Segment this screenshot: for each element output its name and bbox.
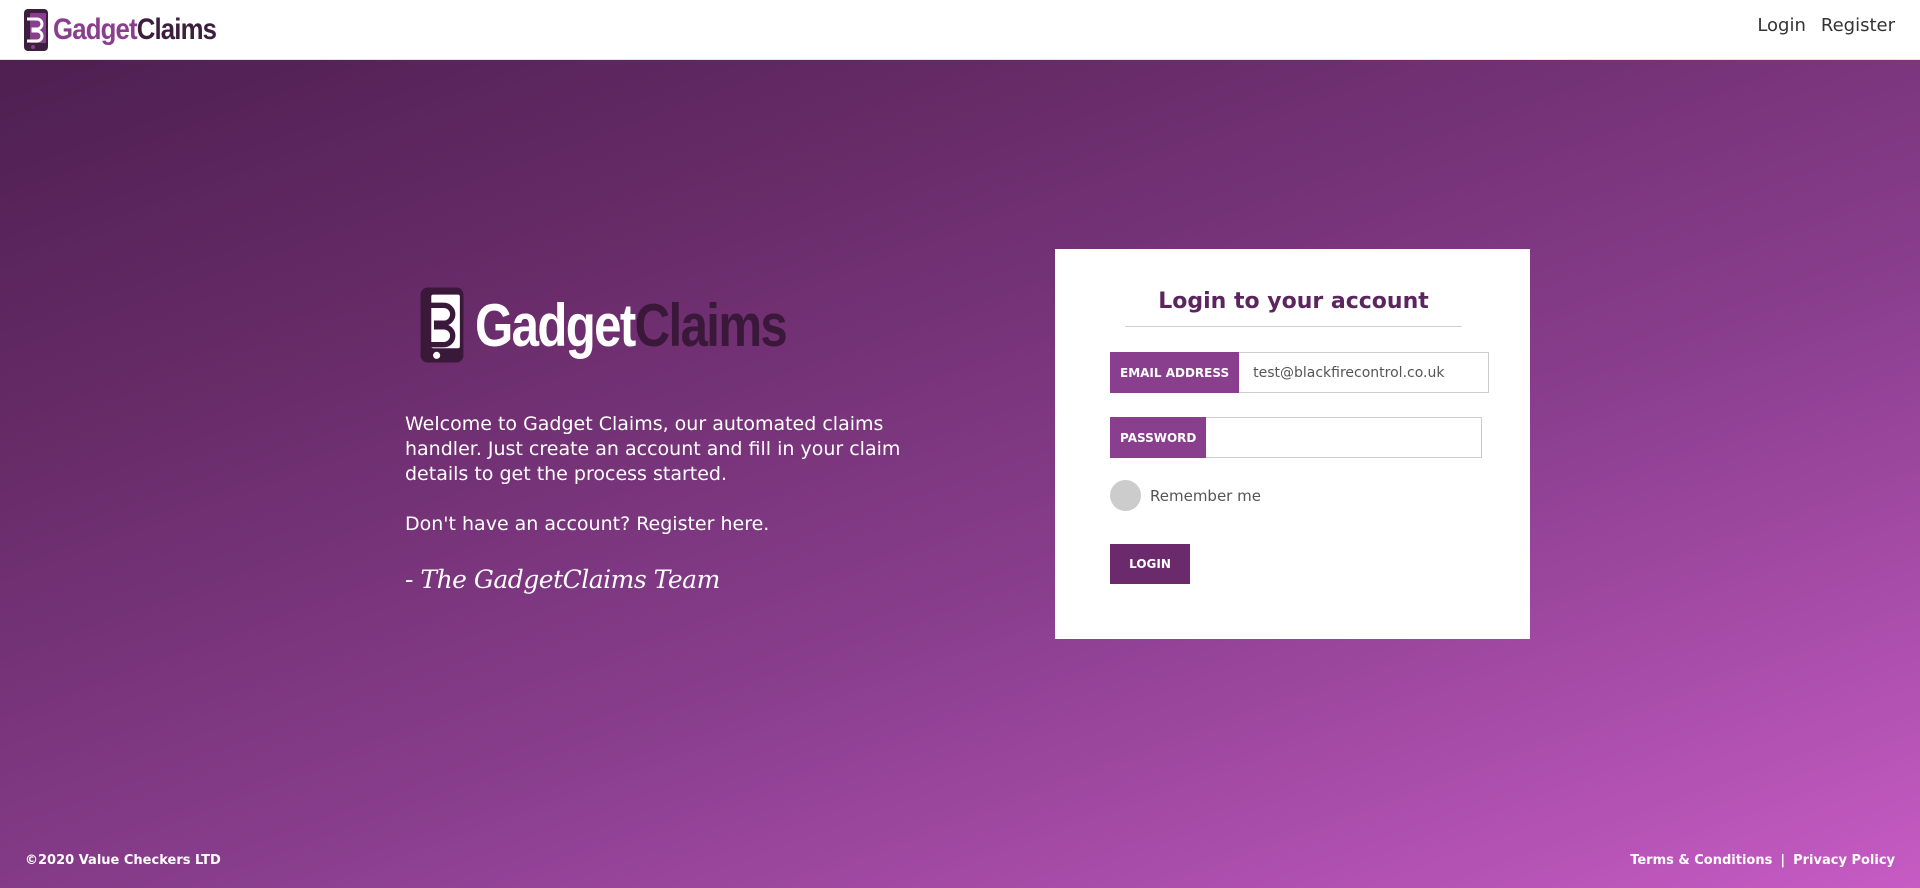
- hero-logo-claims: Claims: [634, 291, 788, 359]
- header-brand-logo[interactable]: GadgetClaims: [22, 6, 243, 54]
- nav-login-link[interactable]: Login: [1757, 15, 1806, 36]
- footer-copyright: ©2020 Value Checkers LTD: [25, 853, 221, 868]
- terms-link[interactable]: Terms & Conditions: [1630, 853, 1772, 868]
- login-card: Login to your account EMAIL ADDRESS PASS…: [1055, 249, 1530, 639]
- login-title: Login to your account: [1125, 289, 1462, 327]
- email-label: EMAIL ADDRESS: [1110, 352, 1240, 393]
- welcome-panel: GadgetClaims Welcome to Gadget Claims, o…: [405, 280, 965, 594]
- hero-logo: GadgetClaims: [417, 280, 965, 370]
- remember-me-row: Remember me: [1110, 480, 1261, 511]
- register-here-link[interactable]: Don't have an account? Register here.: [405, 513, 769, 535]
- team-signature: - The GadgetClaims Team: [405, 565, 720, 594]
- register-prompt: Don't have an account? Register here.: [405, 512, 965, 537]
- hero-section: GadgetClaims Welcome to Gadget Claims, o…: [0, 60, 1920, 888]
- nav-register-link[interactable]: Register: [1821, 15, 1895, 36]
- brand-part-gadget: Gadget: [53, 13, 138, 46]
- email-input[interactable]: [1239, 352, 1490, 393]
- hero-logo-text: GadgetClaims: [475, 291, 788, 360]
- brand-part-claims: Claims: [136, 13, 217, 46]
- phone-wrench-icon: [420, 287, 464, 363]
- password-label: PASSWORD: [1110, 417, 1207, 458]
- remember-me-checkbox[interactable]: [1110, 480, 1141, 511]
- welcome-text: Welcome to Gadget Claims, our automated …: [405, 413, 901, 485]
- hero-logo-gadget: Gadget: [475, 291, 636, 359]
- header-nav: Login Register: [1757, 15, 1895, 36]
- footer-separator: |: [1780, 853, 1786, 868]
- phone-wrench-icon: [24, 9, 48, 51]
- login-button[interactable]: LOGIN: [1110, 544, 1190, 584]
- footer-links: Terms & Conditions | Privacy Policy: [1630, 853, 1895, 868]
- password-field-group: PASSWORD: [1110, 417, 1483, 458]
- password-input[interactable]: [1206, 417, 1483, 458]
- header-brand-text: GadgetClaims: [53, 13, 217, 47]
- top-navbar: GadgetClaims Login Register: [0, 0, 1920, 60]
- email-field-group: EMAIL ADDRESS: [1110, 352, 1490, 393]
- privacy-link[interactable]: Privacy Policy: [1793, 853, 1895, 868]
- remember-me-label: Remember me: [1150, 486, 1261, 505]
